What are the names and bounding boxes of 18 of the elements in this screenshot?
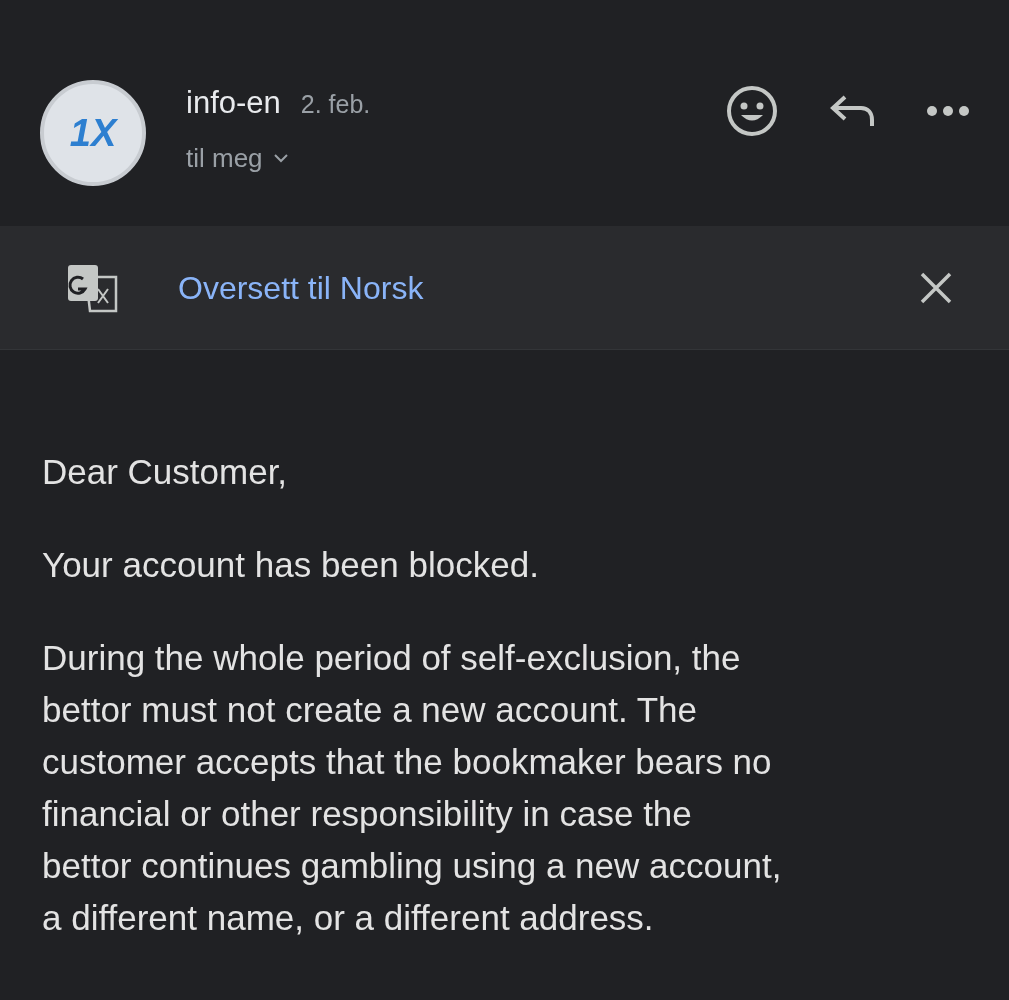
email-date: 2. feb.	[300, 89, 371, 120]
body-paragraph: Your account has been blocked.	[42, 544, 540, 586]
avatar-logo-text: 1X	[69, 110, 117, 156]
body-paragraph: Dear Customer,	[42, 451, 289, 493]
translate-link[interactable]: Oversett til Norsk	[178, 263, 424, 312]
more-options-button[interactable]	[927, 106, 969, 116]
translate-icon	[66, 262, 120, 313]
smiley-icon	[725, 84, 779, 138]
reply-icon	[829, 93, 877, 129]
more-icon	[927, 106, 969, 116]
body-paragraph: During the whole period of self-exclusion, the bettor must not create a new account. The customer accepts that the bookmaker bears no financial or other responsibility in case the bettor continues gambling using a new account, a different name, or a different address.	[42, 637, 783, 939]
close-button[interactable]	[919, 270, 953, 305]
reply-button[interactable]	[829, 93, 877, 129]
emoji-reaction-button[interactable]	[725, 84, 779, 138]
recipient-toggle[interactable]: til meg	[186, 138, 371, 178]
sender-name: info-en	[186, 84, 281, 122]
chevron-down-icon	[272, 153, 289, 163]
close-icon	[919, 270, 953, 305]
